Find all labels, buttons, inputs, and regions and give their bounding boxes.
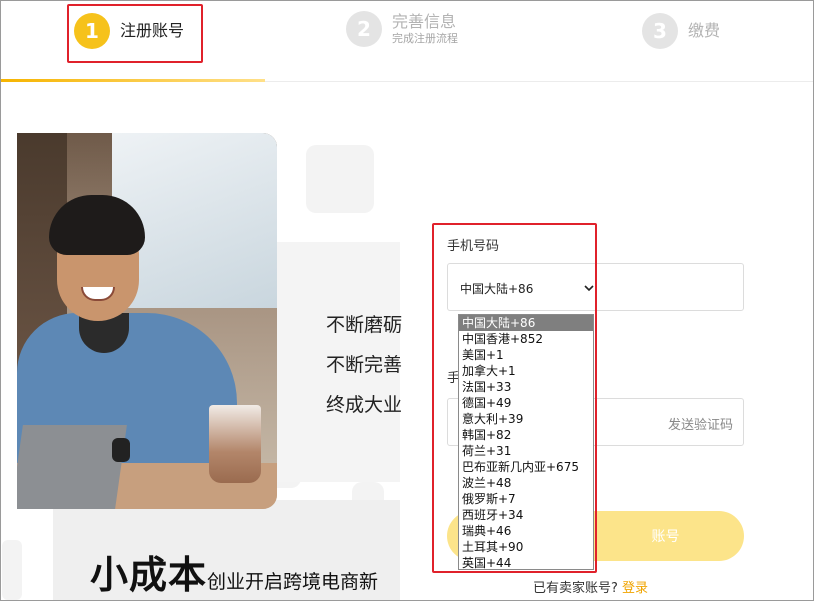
- step-progress-bar: [0, 79, 265, 82]
- slogan-line-3: 终成大业: [326, 394, 403, 416]
- register-button-label: 账号: [651, 528, 680, 544]
- step-2-title: 完善信息: [392, 12, 457, 31]
- slogan-line-1: 不断磨砺: [326, 314, 403, 336]
- step-3-title: 缴费: [688, 21, 721, 40]
- hero-photo-smiling-man: [17, 133, 277, 509]
- login-link[interactable]: 登录: [622, 581, 648, 596]
- login-prompt: 已有卖家账号? 登录: [533, 577, 648, 596]
- step-3-number: 3: [642, 13, 678, 49]
- slogan-small-text: 创业开启跨境电商新: [207, 571, 379, 593]
- slogan-headline: 小成本创业开启跨境电商新: [90, 544, 400, 599]
- step-2-number: 2: [346, 11, 382, 47]
- country-dropdown-highlight-box: [432, 223, 597, 573]
- has-account-text: 已有卖家账号?: [533, 581, 618, 596]
- step-complete-info: 2 完善信息 完成注册流程: [346, 11, 458, 47]
- decor-square: [2, 540, 22, 600]
- step-payment: 3 缴费: [642, 13, 720, 49]
- step-1-highlight-box: [67, 4, 203, 63]
- decor-square: [306, 145, 374, 213]
- send-code-button[interactable]: 发送验证码: [668, 414, 733, 433]
- step-2-subtitle: 完成注册流程: [392, 32, 458, 45]
- slogan-line-2: 不断完善: [326, 354, 403, 376]
- slogan-big-text: 小成本: [90, 553, 208, 597]
